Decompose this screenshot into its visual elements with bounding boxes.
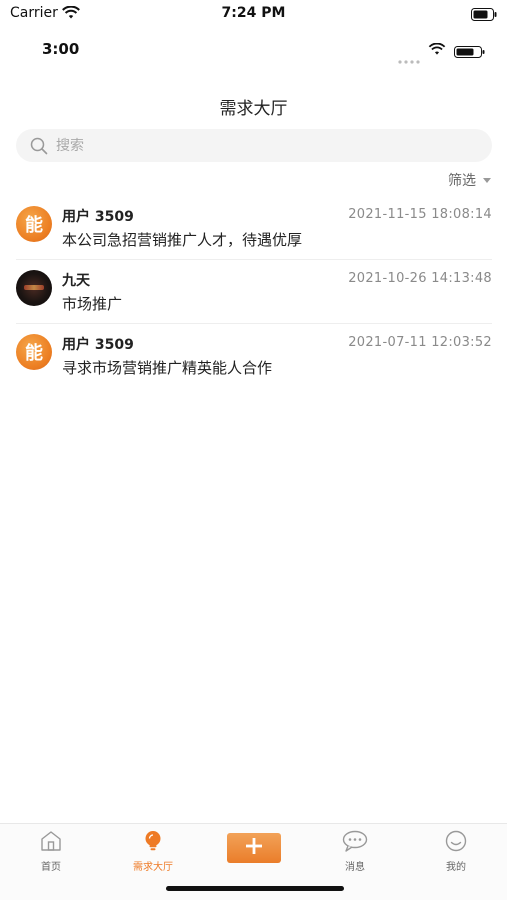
search-input[interactable] xyxy=(56,133,476,158)
timestamp: 2021-11-15 18:08:14 xyxy=(348,207,492,222)
timestamp: 2021-07-11 12:03:52 xyxy=(348,335,492,350)
home-indicator xyxy=(166,886,344,891)
tab-home-label: 首页 xyxy=(41,862,61,873)
plus-icon xyxy=(245,837,263,859)
username: 用户 3509 xyxy=(62,337,134,353)
filter-label: 筛选 xyxy=(448,173,476,189)
search-bar[interactable] xyxy=(16,129,492,162)
item-content: 本公司急招营销推广人才，待遇优厚 xyxy=(62,231,303,249)
avatar-glyph: 能 xyxy=(25,343,43,364)
battery-icon xyxy=(471,6,497,25)
tab-messages-label: 消息 xyxy=(345,862,365,873)
list-item[interactable]: 能 用户 3509 2021-07-11 12:03:52 寻求市场营销推广精英… xyxy=(16,324,492,388)
item-content: 市场推广 xyxy=(62,295,123,313)
caret-down-icon xyxy=(483,178,491,183)
username: 九天 xyxy=(62,273,90,289)
list-item[interactable]: 九天 2021-10-26 14:13:48 市场推广 xyxy=(16,260,492,324)
avatar-glyph: 能 xyxy=(25,215,43,236)
list-item[interactable]: 能 用户 3509 2021-11-15 18:08:14 本公司急招营销推广人… xyxy=(16,196,492,260)
tab-messages[interactable]: 消息 xyxy=(315,830,395,873)
battery-icon xyxy=(454,43,486,62)
tab-home[interactable]: 首页 xyxy=(11,830,91,873)
lightbulb-icon xyxy=(113,830,193,855)
item-content: 寻求市场营销推广精英能人合作 xyxy=(62,359,273,377)
demand-list: 能 用户 3509 2021-11-15 18:08:14 本公司急招营销推广人… xyxy=(0,196,507,388)
avatar[interactable]: 能 xyxy=(16,206,52,242)
wifi-icon xyxy=(428,41,446,60)
system-status-bar: Carrier 7:24 PM xyxy=(0,0,507,28)
app-status-bar: 3:00 xyxy=(0,36,507,64)
publish-button[interactable] xyxy=(227,833,281,863)
app-time: 3:00 xyxy=(42,40,80,58)
search-icon xyxy=(30,137,48,159)
smiley-icon xyxy=(416,830,496,855)
avatar[interactable]: 能 xyxy=(16,334,52,370)
username: 用户 3509 xyxy=(62,209,134,225)
tab-demand-hall[interactable]: 需求大厅 xyxy=(113,830,193,873)
page-title: 需求大厅 xyxy=(219,99,288,119)
home-icon xyxy=(11,830,91,855)
tab-mine[interactable]: 我的 xyxy=(416,830,496,873)
system-time: 7:24 PM xyxy=(221,5,286,21)
timestamp: 2021-10-26 14:13:48 xyxy=(348,271,492,286)
tab-mine-label: 我的 xyxy=(446,862,466,873)
filter-button[interactable]: 筛选 xyxy=(448,170,491,190)
tab-demand-hall-label: 需求大厅 xyxy=(133,862,173,873)
avatar[interactable] xyxy=(16,270,52,306)
signal-icon xyxy=(398,49,422,68)
chat-bubble-icon xyxy=(315,830,395,855)
